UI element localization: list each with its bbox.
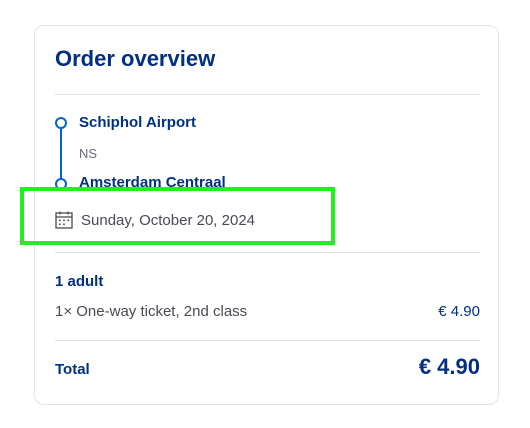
- total-label: Total: [55, 361, 90, 378]
- total-row: Total € 4.90: [55, 354, 480, 380]
- divider-bottom: [55, 340, 480, 341]
- passenger-count: 1 adult: [55, 273, 104, 290]
- divider-middle: [55, 252, 480, 253]
- total-price: € 4.90: [418, 354, 480, 379]
- origin-stop-dot: [55, 117, 67, 129]
- order-overview-title: Order overview: [55, 46, 216, 71]
- ticket-description: 1× One-way ticket, 2nd class: [55, 303, 248, 320]
- ticket-price: € 4.90: [438, 303, 480, 320]
- divider-top: [55, 94, 480, 95]
- route-line: [60, 126, 62, 184]
- carrier-label: NS: [79, 146, 98, 161]
- origin-station: Schiphol Airport: [79, 114, 196, 131]
- date-highlight-box: [20, 187, 335, 245]
- ticket-line-item: 1× One-way ticket, 2nd class € 4.90: [55, 303, 480, 320]
